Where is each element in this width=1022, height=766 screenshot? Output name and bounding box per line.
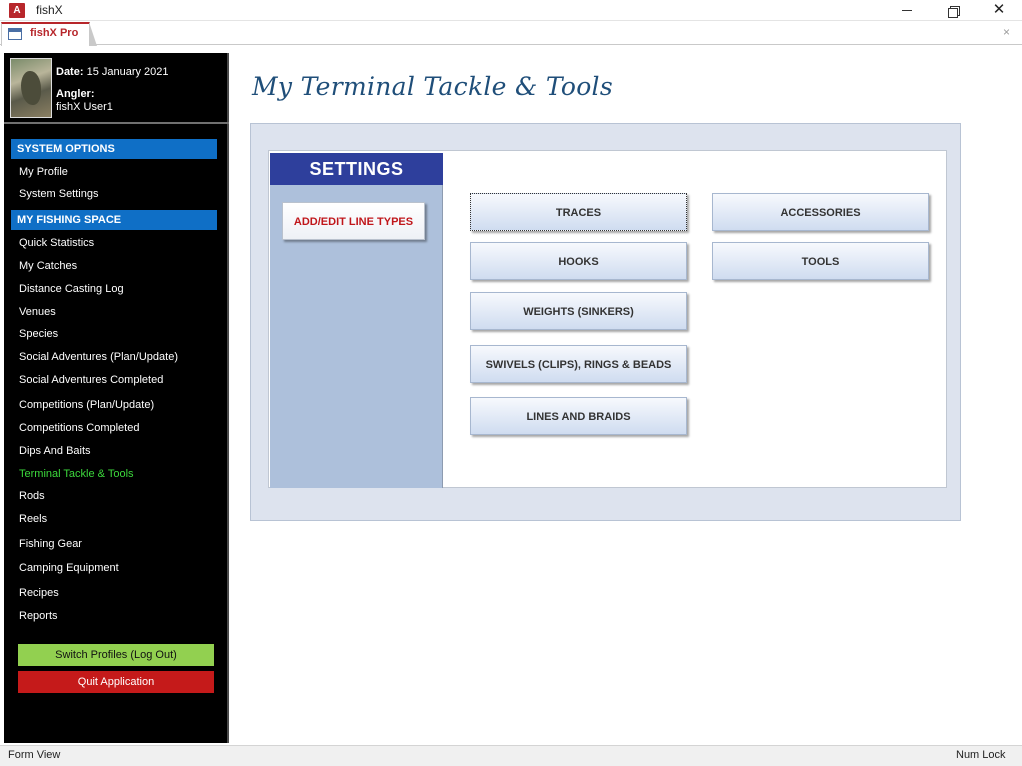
sidebar-item-social-adventures-completed[interactable]: Social Adventures Completed [19,374,163,386]
sidebar-item-reels[interactable]: Reels [19,513,47,525]
tools-button[interactable]: TOOLS [712,242,929,280]
page-title: My Terminal Tackle & Tools [252,72,613,101]
angler-name: fishX User1 [56,101,113,113]
sidebar-item-distance-casting-log[interactable]: Distance Casting Log [19,283,124,295]
sidebar-item-terminal-tackle-tools[interactable]: Terminal Tackle & Tools [19,468,134,480]
accessories-button[interactable]: ACCESSORIES [712,193,929,231]
window-title: fishX [36,3,63,17]
close-window-button[interactable]: ✕ [976,0,1022,21]
date-value: 15 January 2021 [86,66,169,78]
sidebar-item-competitions-completed[interactable]: Competitions Completed [19,422,139,434]
sidebar-item-my-catches[interactable]: My Catches [19,260,77,272]
angler-label: Angler: [56,88,95,100]
sidebar-item-system-settings[interactable]: System Settings [19,188,98,200]
weights-sinkers-button[interactable]: WEIGHTS (SINKERS) [470,292,687,330]
restore-icon [948,5,960,18]
lines-and-braids-button[interactable]: LINES AND BRAIDS [470,397,687,435]
traces-button[interactable]: TRACES [470,193,687,231]
title-bar: A fishX ✕ [0,0,1022,21]
profile-date: Date: 15 January 2021 [56,66,169,78]
sidebar-item-social-adventures-plan[interactable]: Social Adventures (Plan/Update) [19,351,178,363]
restore-button[interactable] [930,0,976,21]
settings-header: SETTINGS [270,153,443,185]
sidebar-item-competitions-plan[interactable]: Competitions (Plan/Update) [19,399,154,411]
form-icon [8,28,22,40]
tab-fishx-pro[interactable]: fishX Pro [1,22,97,46]
sidebar: Date: 15 January 2021 Angler: fishX User… [4,53,229,743]
profile-panel: Date: 15 January 2021 Angler: fishX User… [4,53,229,124]
avatar [10,58,52,118]
sidebar-item-quick-statistics[interactable]: Quick Statistics [19,237,94,249]
sidebar-item-camping-equipment[interactable]: Camping Equipment [19,562,119,574]
sidebar-item-reports[interactable]: Reports [19,610,58,622]
sidebar-item-recipes[interactable]: Recipes [19,587,59,599]
switch-profiles-button[interactable]: Switch Profiles (Log Out) [18,644,214,666]
document-tab-strip: fishX Pro × [0,21,1022,46]
date-label: Date: [56,66,84,78]
system-options-header: SYSTEM OPTIONS [11,139,217,159]
quit-application-button[interactable]: Quit Application [18,671,214,693]
access-app-icon: A [9,3,25,18]
view-mode-status: Form View [8,749,61,761]
sidebar-item-venues[interactable]: Venues [19,306,56,318]
sidebar-item-dips-and-baits[interactable]: Dips And Baits [19,445,91,457]
my-fishing-space-header: MY FISHING SPACE [11,210,217,230]
num-lock-status: Num Lock [956,749,1006,761]
sidebar-item-fishing-gear[interactable]: Fishing Gear [19,538,82,550]
sidebar-item-rods[interactable]: Rods [19,490,45,502]
hooks-button[interactable]: HOOKS [470,242,687,280]
add-edit-line-types-button[interactable]: ADD/EDIT LINE TYPES [282,202,425,240]
status-bar: Form View Num Lock [0,745,1022,766]
swivels-rings-beads-button[interactable]: SWIVELS (CLIPS), RINGS & BEADS [470,345,687,383]
close-tab-icon[interactable]: × [1003,25,1010,39]
minimize-button[interactable] [884,0,930,21]
sidebar-item-my-profile[interactable]: My Profile [19,166,68,178]
tab-label: fishX Pro [30,27,79,39]
minimize-icon [902,10,912,12]
sidebar-item-species[interactable]: Species [19,328,58,340]
